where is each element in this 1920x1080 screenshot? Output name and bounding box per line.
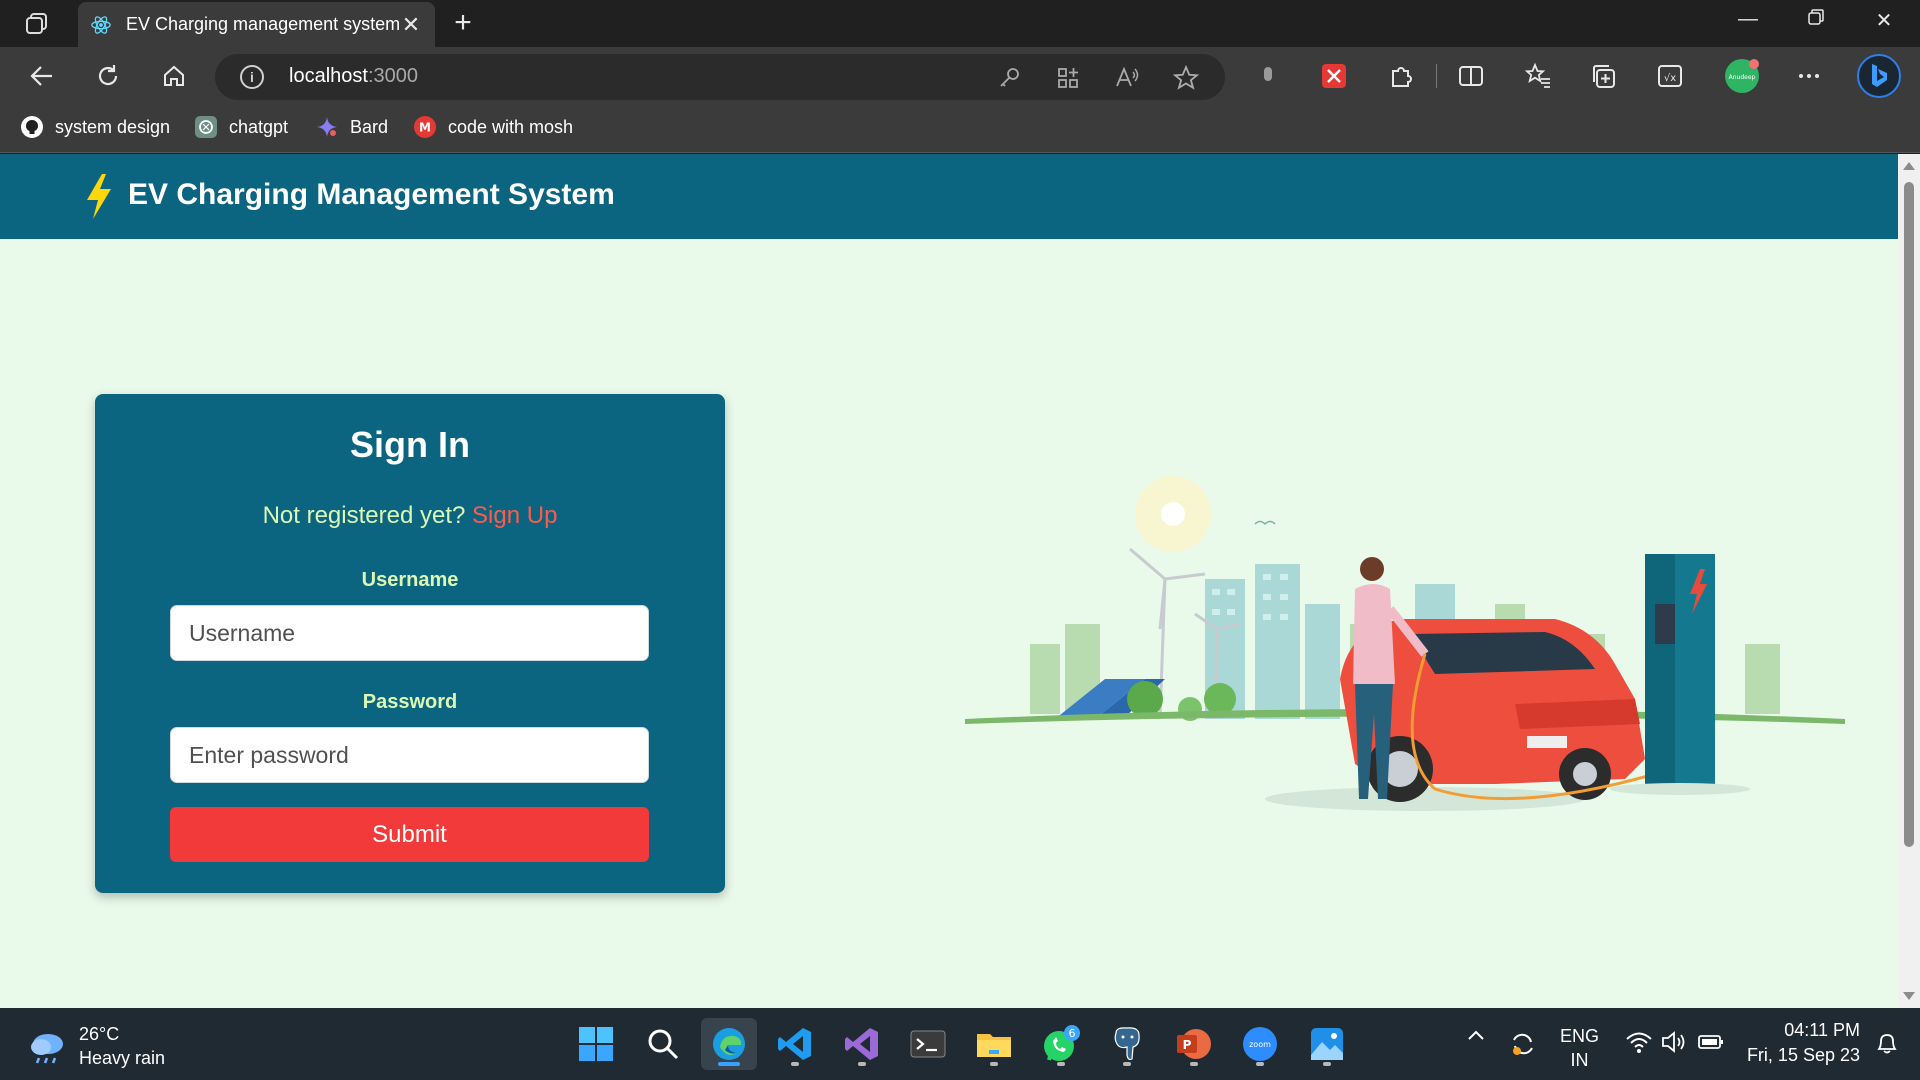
tab-close-icon[interactable]: ✕ xyxy=(399,12,423,38)
submit-button[interactable]: Submit xyxy=(170,807,649,862)
page-scrollbar[interactable] xyxy=(1898,154,1920,1008)
more-menu-icon[interactable] xyxy=(1792,59,1826,93)
github-icon xyxy=(20,115,44,139)
battery-icon[interactable] xyxy=(1697,1030,1725,1059)
bookmark-code-with-mosh[interactable]: M code with mosh xyxy=(413,115,573,139)
profile-avatar[interactable]: Anudeep xyxy=(1722,59,1762,93)
whatsapp-icon[interactable]: 6 xyxy=(1033,1018,1089,1070)
system-clock[interactable]: 04:11 PM Fri, 15 Sep 23 xyxy=(1747,1018,1860,1068)
language-indicator[interactable]: ENG IN xyxy=(1560,1024,1599,1072)
weather-widget[interactable]: 26°C Heavy rain xyxy=(27,1022,165,1070)
bookmark-bard[interactable]: Bard xyxy=(315,115,388,139)
bookmark-label: code with mosh xyxy=(448,116,574,137)
edge-browser-icon[interactable] xyxy=(701,1018,757,1070)
address-bar[interactable]: i localhost:3000 xyxy=(215,54,1225,100)
vscode-icon[interactable] xyxy=(767,1018,823,1070)
back-icon[interactable] xyxy=(25,59,59,93)
register-prompt: Not registered yet? Sign Up xyxy=(95,502,725,530)
apps-icon[interactable] xyxy=(1054,64,1082,92)
lightning-bolt-icon xyxy=(87,174,111,219)
file-explorer-icon[interactable] xyxy=(966,1018,1022,1070)
restore-icon[interactable] xyxy=(1796,8,1836,32)
math-solver-icon[interactable]: √x xyxy=(1653,59,1687,93)
favorite-star-icon[interactable] xyxy=(1172,64,1200,92)
new-tab-icon[interactable]: + xyxy=(448,6,478,40)
read-aloud-icon[interactable] xyxy=(1113,64,1141,92)
clock-time: 04:11 PM xyxy=(1784,1020,1860,1040)
app-header: EV Charging Management System xyxy=(0,154,1898,239)
browser-nav-bar: i localhost:3000 √x Anudeep xyxy=(0,47,1920,103)
signin-title: Sign In xyxy=(350,424,470,465)
site-info-icon[interactable]: i xyxy=(240,65,264,89)
password-input[interactable] xyxy=(170,727,649,783)
mic-icon[interactable] xyxy=(1251,59,1285,93)
bing-copilot-icon[interactable] xyxy=(1856,53,1902,99)
svg-text:P: P xyxy=(1183,1038,1192,1052)
svg-text:zoom: zoom xyxy=(1249,1040,1271,1049)
scrollbar-thumb[interactable] xyxy=(1904,182,1914,847)
split-screen-icon[interactable] xyxy=(1454,59,1488,93)
powerpoint-icon[interactable]: P xyxy=(1166,1018,1222,1070)
windows-taskbar: 26°C Heavy rain 6 P zoom ENG IN 04:11 PM… xyxy=(0,1008,1920,1080)
address-url[interactable]: localhost:3000 xyxy=(289,65,418,88)
chatgpt-icon xyxy=(194,115,218,139)
refresh-icon[interactable] xyxy=(91,59,125,93)
tab-actions-icon[interactable] xyxy=(20,10,54,38)
toolbar-divider xyxy=(1436,64,1437,88)
bookmark-label: system design xyxy=(55,116,171,137)
start-button[interactable] xyxy=(568,1018,624,1070)
home-icon[interactable] xyxy=(157,59,191,93)
weather-temp: 26°C xyxy=(79,1024,120,1044)
react-icon xyxy=(90,14,112,36)
wifi-icon[interactable] xyxy=(1625,1030,1653,1059)
favorites-icon[interactable] xyxy=(1521,59,1555,93)
sync-icon[interactable] xyxy=(1509,1030,1537,1063)
bard-icon xyxy=(315,115,339,139)
extensions-puzzle-icon[interactable] xyxy=(1384,59,1418,93)
signup-link[interactable]: Sign Up xyxy=(472,502,557,529)
visual-studio-icon[interactable] xyxy=(834,1018,890,1070)
svg-text:M: M xyxy=(419,121,431,135)
collections-icon[interactable] xyxy=(1587,59,1621,93)
clock-date: Fri, 15 Sep 23 xyxy=(1746,1045,1860,1065)
bookmark-label: chatgpt xyxy=(229,116,289,137)
minimize-icon[interactable]: — xyxy=(1728,8,1768,31)
close-window-icon[interactable]: ✕ xyxy=(1864,8,1904,33)
password-label: Password xyxy=(362,691,458,713)
language-line1: ENG xyxy=(1560,1026,1600,1046)
not-registered-text: Not registered yet? xyxy=(262,502,466,529)
web-page: EV Charging Management System Sign In No… xyxy=(0,154,1898,1008)
show-hidden-icons-icon[interactable] xyxy=(1466,1026,1486,1051)
language-line2: IN xyxy=(1570,1050,1589,1070)
bookmark-label: Bard xyxy=(350,116,389,137)
svg-text:Anudeep: Anudeep xyxy=(1729,74,1756,81)
scroll-up-icon[interactable] xyxy=(1903,162,1915,170)
extension-red-icon[interactable] xyxy=(1317,59,1351,93)
username-input[interactable] xyxy=(170,605,649,661)
signin-card: Sign In Not registered yet? Sign Up User… xyxy=(95,394,725,893)
search-icon[interactable] xyxy=(635,1018,691,1070)
notifications-icon[interactable] xyxy=(1874,1030,1900,1061)
password-key-icon[interactable] xyxy=(995,64,1023,92)
username-label: Username xyxy=(361,569,459,591)
cloud-rain-icon xyxy=(31,1034,63,1064)
photos-icon[interactable] xyxy=(1299,1018,1355,1070)
svg-text:√x: √x xyxy=(1664,73,1676,84)
bookmarks-bar: system design chatgpt Bard M code with m… xyxy=(0,103,1920,153)
postgresql-icon[interactable] xyxy=(1099,1018,1155,1070)
bookmark-system-design[interactable]: system design xyxy=(20,115,170,139)
tab-title: EV Charging management system xyxy=(126,14,399,34)
app-brand-title: EV Charging Management System xyxy=(128,178,615,211)
bookmark-chatgpt[interactable]: chatgpt xyxy=(194,115,288,139)
mosh-icon: M xyxy=(413,115,437,139)
whatsapp-badge: 6 xyxy=(1069,1027,1076,1040)
browser-tab-bar: EV Charging management system ✕ + — ✕ xyxy=(0,0,1920,47)
zoom-icon[interactable]: zoom xyxy=(1232,1018,1288,1070)
volume-icon[interactable] xyxy=(1660,1030,1688,1059)
browser-tab[interactable]: EV Charging management system ✕ xyxy=(78,2,435,47)
ev-charging-illustration xyxy=(965,476,1845,811)
weather-condition: Heavy rain xyxy=(79,1048,166,1068)
terminal-icon[interactable] xyxy=(900,1018,956,1070)
scroll-down-icon[interactable] xyxy=(1903,992,1915,1000)
